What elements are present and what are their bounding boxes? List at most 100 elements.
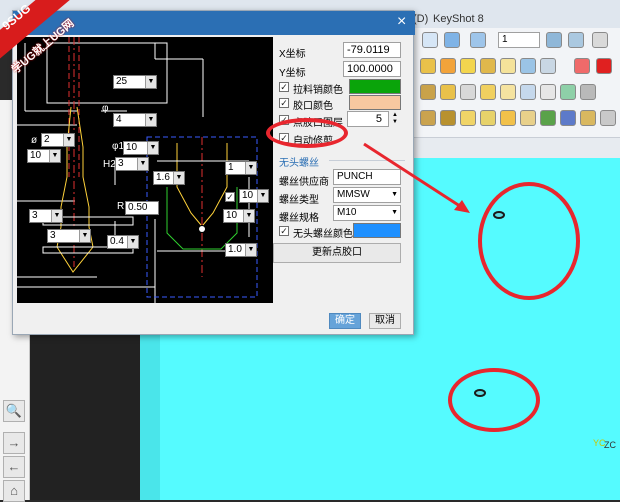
axis-zc-label: ZC [604,440,616,450]
dim-10d-combo[interactable]: 10 ▼ [223,209,255,223]
axis-icon[interactable] [592,32,608,48]
headless-screw-section: 无头螺丝 [279,158,319,169]
ribbon-icon[interactable] [422,32,438,48]
insert-icon[interactable] [560,110,576,126]
menu-d[interactable]: (D) [413,13,428,25]
dim-3c-value: 3 [50,230,56,241]
x-coord-input[interactable]: -79.0119 [343,42,401,58]
color-icon[interactable] [574,58,590,74]
plate-icon[interactable] [540,110,556,126]
spin-down-icon[interactable]: ▼ [390,119,400,126]
extrude-icon[interactable] [480,58,496,74]
cube-icon[interactable] [546,32,562,48]
display-icon[interactable] [580,84,596,100]
glue-layer-input[interactable]: 5 [347,111,389,127]
ejector-icon[interactable] [500,110,516,126]
edge-icon[interactable] [520,84,536,100]
trim-icon[interactable] [460,84,476,100]
dim-25-combo[interactable]: 25 ▼ [113,75,157,89]
dim-10c-combo[interactable]: 10 ▼ [239,189,269,203]
arrow-right-icon[interactable]: → [3,432,25,454]
boss-icon[interactable] [440,84,456,100]
runner-icon[interactable] [460,110,476,126]
move-icon[interactable] [444,32,460,48]
screw-icon[interactable] [520,110,536,126]
dim-3c-combo[interactable]: 3 ▼ [47,229,91,243]
zoom-icon[interactable]: 🔍 [3,400,25,422]
rotate-icon[interactable] [470,32,486,48]
y-coord-label: Y坐标 [279,68,306,79]
viewport-dark-region [30,330,140,500]
pull-pin-color-swatch[interactable] [349,79,401,94]
dim-1-value: 1 [228,162,234,173]
arrow-left-icon[interactable]: ← [3,456,25,478]
screw-color-checkbox[interactable]: ✓ [279,226,289,236]
solid-icon[interactable] [596,58,612,74]
chevron-down-icon: ▼ [173,172,184,184]
sweep-icon[interactable] [540,58,556,74]
annotation-circle-checkbox [266,118,348,148]
screw-spec-value: M10 [337,207,357,218]
chevron-down-icon: ▼ [49,150,60,162]
screw-color-label: 无头螺丝颜色 [293,229,353,240]
dim-0-4-combo[interactable]: 0.4 ▼ [107,235,139,249]
dim-1-combo[interactable]: 1 ▼ [225,161,257,175]
radius-input[interactable]: 0.50 [125,201,159,215]
y-coord-input[interactable]: 100.0000 [343,61,401,77]
dim-10b-combo[interactable]: 10 ▼ [27,149,61,163]
spin-up-icon[interactable]: ▲ [390,112,400,119]
dim-10c-value: 10 [242,190,254,201]
dim-10a-combo[interactable]: 10 ▼ [123,141,159,155]
cooling-icon[interactable] [580,110,596,126]
split-icon[interactable] [480,84,496,100]
shell-icon[interactable] [520,58,536,74]
chevron-down-icon: ▼ [245,244,256,256]
chevron-down-icon: ▼ [145,114,156,126]
right-dim-checkbox[interactable]: ✓ [225,192,235,202]
view-icon[interactable] [568,32,584,48]
glue-color-label: 胶口颜色 [293,101,333,112]
home-icon[interactable]: ⌂ [3,480,25,502]
cancel-button[interactable]: 取消 [369,313,401,329]
dim-3a-value: 3 [118,158,124,169]
dim-3b-combo[interactable]: 3 ▼ [29,209,63,223]
chevron-down-icon: ▼ [147,142,158,154]
dim-1-6-combo[interactable]: 1.6 ▼ [153,171,185,185]
annotation-circle-bottom [448,368,540,432]
offset-icon[interactable] [500,84,516,100]
annotation-arrow [363,142,470,213]
layer-select[interactable]: 1 [498,32,540,48]
dim-4-combo[interactable]: 4 ▼ [113,113,157,127]
screw-spec-label: 螺丝规格 [279,213,319,224]
glue-color-swatch[interactable] [349,95,401,110]
cylinder-icon[interactable] [440,58,456,74]
screw-color-swatch[interactable] [353,223,401,238]
dim-1-0-combo[interactable]: 1.0 ▼ [225,243,257,257]
x-coord-label: X坐标 [279,49,306,60]
dim-1-0-value: 1.0 [228,244,242,255]
dim-1-6-value: 1.6 [156,172,170,183]
tools-icon[interactable] [600,110,616,126]
cone-icon[interactable] [460,58,476,74]
dim-2-combo[interactable]: 2 ▼ [41,133,75,147]
pull-pin-color-checkbox[interactable]: ✓ [279,82,289,92]
gate-icon[interactable] [440,110,456,126]
slider-icon[interactable] [480,110,496,126]
ok-button[interactable]: 确定 [329,313,361,329]
mold-icon[interactable] [420,110,436,126]
chevron-down-icon: ▼ [257,190,268,202]
analysis-icon[interactable] [560,84,576,100]
h2-label: H2 [103,159,116,170]
dim-10b-value: 10 [30,150,42,161]
measure-icon[interactable] [540,84,556,100]
screw-supplier-label: 螺丝供应商 [279,177,329,188]
hole-icon[interactable] [420,84,436,100]
dim-3a-combo[interactable]: 3 ▼ [115,157,149,171]
glue-color-checkbox[interactable]: ✓ [279,98,289,108]
viewport-shaded-edge [140,330,160,500]
revolve-icon[interactable] [500,58,516,74]
close-icon[interactable]: × [397,14,406,30]
chevron-down-icon: ▼ [243,210,254,222]
block-icon[interactable] [420,58,436,74]
update-glue-button[interactable]: 更新点胶口 [273,243,401,263]
